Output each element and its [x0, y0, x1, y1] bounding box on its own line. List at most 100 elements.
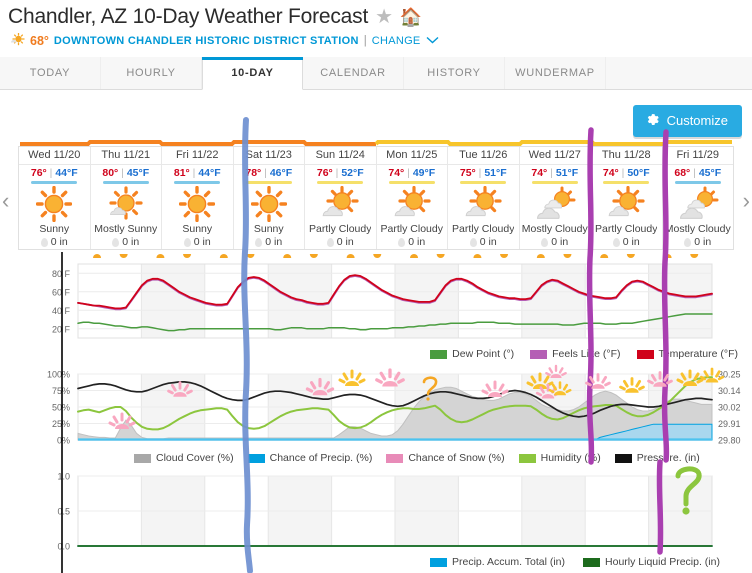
forecast-day-card[interactable]: Sat 11/23 78° | 46°F Sunny 0 in [233, 147, 305, 249]
forecast-day-card[interactable]: Mon 11/25 74° | 49°F Partly Cloudy 0 in [376, 147, 448, 249]
tab-hourly[interactable]: HOURLY [101, 57, 202, 89]
precip-amount: 0 in [541, 236, 568, 248]
forecast-temps: 78° | 46°F [245, 167, 292, 179]
forecast-day-card[interactable]: Fri 11/29 68° | 45°F Mostly Cloudy 0 in [662, 147, 733, 249]
humidity-cloud-chart-svg: 0% 25% 50% 75% 100% 29.80 29.91 30.02 30.14 30.25 [47, 370, 741, 446]
condition-label: Partly Cloudy [380, 223, 443, 235]
tab-history[interactable]: HISTORY [404, 57, 505, 89]
legend-chance-of-precip[interactable]: Chance of Precip. (%) [247, 452, 372, 464]
change-station-link[interactable]: CHANGE [372, 35, 421, 47]
temp-range-bar [531, 181, 578, 184]
gear-icon [645, 112, 660, 129]
legend-swatch [386, 453, 404, 463]
prev-days-arrow[interactable]: ‹ [2, 188, 9, 214]
legend-swatch [247, 453, 265, 463]
page-title-text: Chandler, AZ 10-Day Weather Forecast [8, 5, 369, 28]
precip-amount: 0 in [112, 236, 139, 248]
precip-amount: 0 in [40, 236, 68, 248]
station-name-link[interactable]: DOWNTOWN CHANDLER HISTORIC DISTRICT STAT… [54, 35, 359, 47]
condition-label: Sunny [253, 223, 284, 235]
temp-trend-marker [119, 254, 128, 258]
forecast-day-card[interactable]: Wed 11/27 74° | 51°F Mostly Cloudy 0 in [519, 147, 591, 249]
precipitation-chart-legend: Precip. Accum. Total (in) Hourly Liquid … [430, 556, 720, 568]
forecast-day-card[interactable]: Thu 11/28 74° | 50°F Partly Cloudy 0 in [591, 147, 663, 249]
legend-humidity[interactable]: Humidity (%) [518, 452, 601, 464]
legend-swatch [636, 349, 654, 359]
legend-feels-like[interactable]: Feels Like (°F) [530, 348, 621, 360]
tab-calendar[interactable]: CALENDAR [303, 57, 404, 89]
legend-swatch [134, 453, 151, 463]
weather-icon [250, 185, 287, 223]
precip-value: 0 in [479, 236, 497, 248]
temp-trend-marker [626, 254, 635, 258]
legend-hourly-liquid-precip[interactable]: Hourly Liquid Precip. (in) [583, 556, 720, 568]
divider [519, 164, 590, 165]
axis-tick-label: 1.0 [57, 472, 70, 482]
precip-value: 0 in [122, 236, 140, 248]
legend-swatch [530, 349, 548, 359]
temp-trend-marker [436, 254, 445, 258]
next-days-arrow[interactable]: › [743, 188, 750, 214]
precip-amount: 0 in [398, 236, 425, 248]
forecast-day-card[interactable]: Wed 11/20 76° | 44°F Sunny 0 in [19, 147, 91, 249]
precip-amount: 0 in [469, 236, 497, 248]
weather-icon [106, 185, 146, 223]
axis-tick-label: 30.14 [718, 386, 741, 396]
weather-icon [36, 185, 73, 223]
water-drop-icon [183, 237, 191, 247]
forecast-temps: 68° | 45°F [674, 167, 721, 179]
precip-amount: 0 in [255, 236, 282, 248]
station-row: 68° DOWNTOWN CHANDLER HISTORIC DISTRICT … [8, 32, 752, 49]
high-temp: 78° [245, 167, 262, 179]
high-temp: 74° [602, 167, 619, 179]
precip-amount: 0 in [326, 236, 354, 248]
legend-dew-point[interactable]: Dew Point (°) [430, 348, 514, 360]
humidity-chart-legend: Cloud Cover (%) Chance of Precip. (%) Ch… [134, 452, 700, 464]
legend-cloud-cover[interactable]: Cloud Cover (%) [134, 452, 234, 464]
condition-label: Partly Cloudy [452, 223, 515, 235]
water-drop-icon [40, 237, 48, 247]
divider [662, 164, 733, 165]
forecast-day-card[interactable]: Thu 11/21 80° | 45°F Mostly Sunny 0 in [90, 147, 162, 249]
water-drop-icon [398, 237, 406, 247]
forecast-day-card[interactable]: Sun 11/24 76° | 52°F Partly Cloudy 0 in [305, 147, 377, 249]
legend-chance-of-snow[interactable]: Chance of Snow (%) [386, 452, 505, 464]
temp-range-bar [388, 181, 435, 184]
forecast-day-card[interactable]: Tue 11/26 75° | 51°F Partly Cloudy 0 in [448, 147, 520, 249]
high-temp: 75° [459, 167, 476, 179]
precip-value: 0 in [408, 236, 426, 248]
forecast-day-card[interactable]: Fri 11/22 81° | 44°F Sunny 0 in [162, 147, 234, 249]
legend-precip-accum[interactable]: Precip. Accum. Total (in) [430, 556, 565, 568]
precip-value: 0 in [336, 236, 354, 248]
chart-day-band [521, 264, 586, 338]
temp-trend-marker [563, 254, 572, 258]
tab-wundermap[interactable]: WUNDERMAP [505, 57, 606, 89]
legend-temperature[interactable]: Temperature (°F) [636, 348, 738, 360]
divider [19, 164, 90, 165]
chart-day-band [648, 264, 712, 338]
forecast-temps: 74° | 49°F [388, 167, 435, 179]
axis-tick-label: 80 F [52, 269, 71, 279]
temp-trend-marker [183, 254, 192, 258]
condition-label: Sunny [39, 223, 70, 235]
low-temp: 50°F [627, 167, 650, 179]
axis-tick-label: 29.91 [718, 419, 741, 429]
legend-pressure[interactable]: Pressure. (in) [614, 452, 700, 464]
home-icon[interactable]: 🏠 [400, 7, 422, 27]
customize-button[interactable]: Customize [632, 105, 742, 137]
star-icon[interactable]: ★ [375, 7, 393, 27]
divider [305, 164, 376, 165]
forecast-temps: 80° | 45°F [102, 167, 149, 179]
divider [90, 164, 161, 165]
divider [448, 164, 519, 165]
forecast-date: Wed 11/27 [528, 149, 581, 161]
temperature-chart: 20 F 40 F 60 F 80 F [0, 252, 752, 347]
chevron-down-icon[interactable] [426, 36, 439, 47]
temp-trend-marker [663, 254, 672, 258]
weather-icon [391, 185, 433, 223]
tab-10-day[interactable]: 10-DAY [202, 57, 303, 90]
condition-label: Mostly Sunny [94, 223, 158, 235]
legend-swatch [583, 557, 601, 567]
legend-swatch [430, 349, 448, 359]
tab-today[interactable]: TODAY [0, 57, 101, 89]
